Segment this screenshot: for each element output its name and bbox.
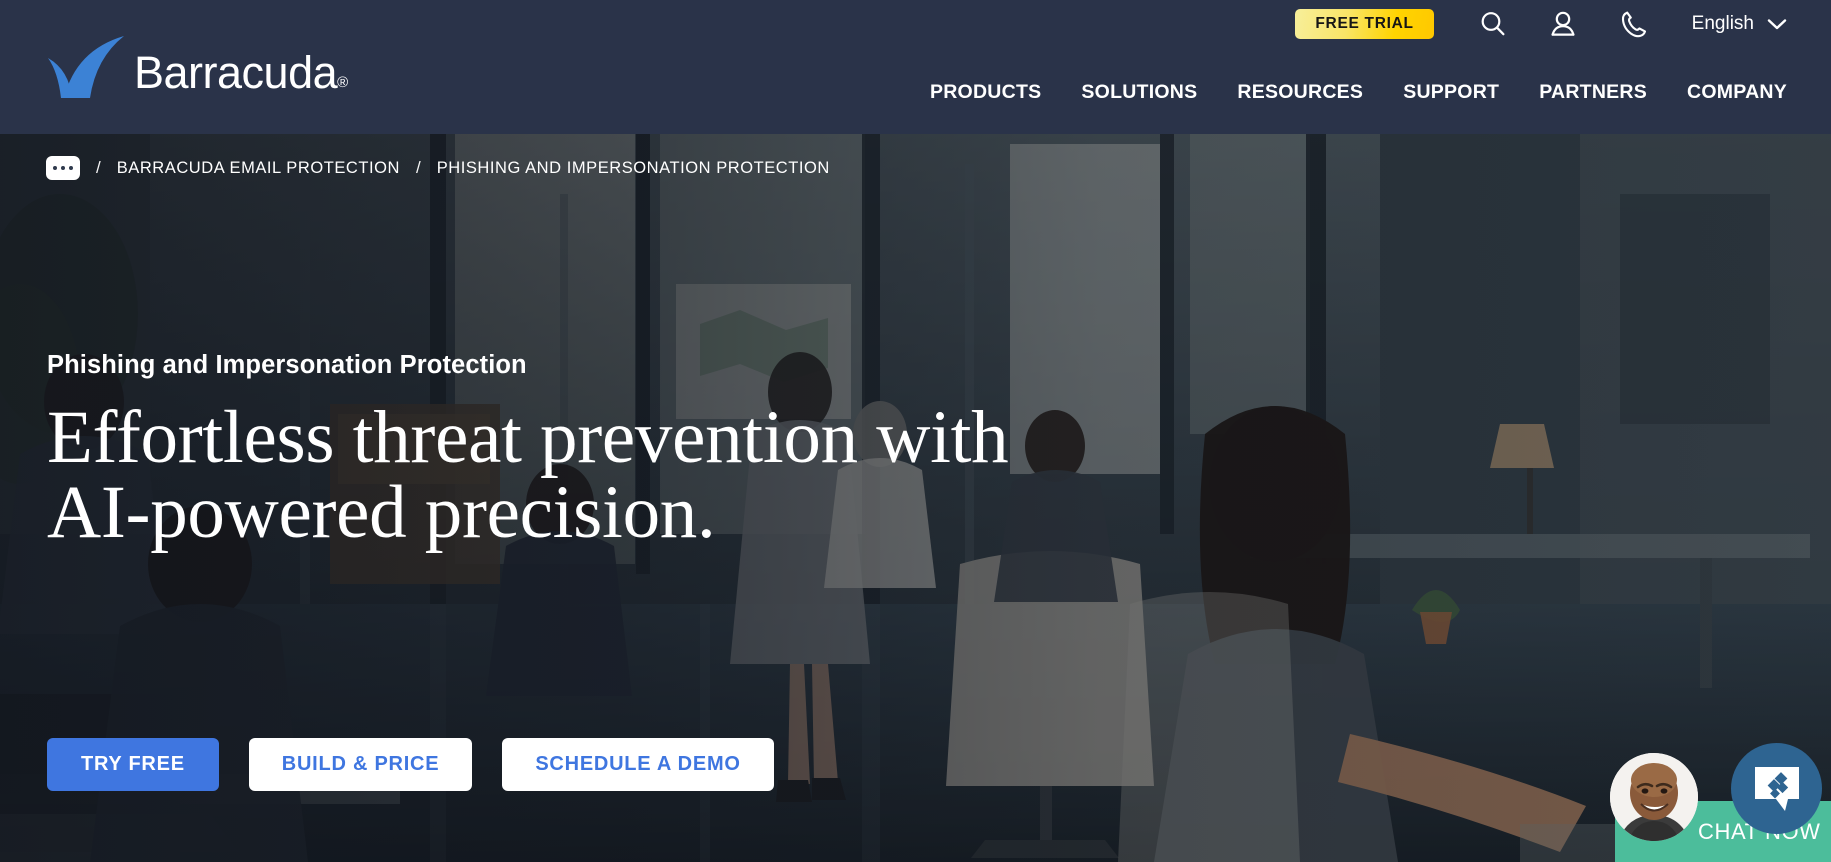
search-icon[interactable] (1476, 7, 1510, 41)
agent-avatar[interactable] (1610, 753, 1698, 841)
page-root: / BARRACUDA EMAIL PROTECTION / PHISHING … (0, 0, 1831, 862)
nav-item-products[interactable]: PRODUCTS (930, 75, 1041, 110)
main-menu: PRODUCTS SOLUTIONS RESOURCES SUPPORT PAR… (930, 75, 1787, 110)
barracuda-logo[interactable]: Barracuda® (46, 36, 348, 98)
barracuda-fin-icon (48, 36, 124, 98)
barracuda-wordmark: Barracuda® (134, 47, 348, 98)
schedule-a-demo-button[interactable]: SCHEDULE A DEMO (502, 738, 774, 791)
language-selector[interactable]: English (1692, 13, 1787, 35)
nav-item-partners[interactable]: PARTNERS (1539, 75, 1647, 110)
ellipsis-icon[interactable] (46, 156, 80, 180)
hero-copy: Phishing and Impersonation Protection Ef… (47, 351, 1197, 550)
breadcrumb-item-current: PHISHING AND IMPERSONATION PROTECTION (436, 158, 830, 177)
nav-item-company[interactable]: COMPANY (1687, 75, 1787, 110)
top-navigation-bar: FREE TRIAL English Barracuda® PRODUCTS S… (0, 0, 1831, 134)
utility-nav: FREE TRIAL English (1295, 0, 1831, 48)
nav-item-solutions[interactable]: SOLUTIONS (1081, 75, 1197, 110)
user-account-icon[interactable] (1546, 7, 1580, 41)
free-trial-button[interactable]: FREE TRIAL (1295, 9, 1434, 39)
breadcrumb-item-email-protection[interactable]: BARRACUDA EMAIL PROTECTION (117, 159, 400, 178)
hero-eyebrow: Phishing and Impersonation Protection (47, 351, 527, 379)
breadcrumb-separator: / (415, 158, 421, 177)
breadcrumb: / BARRACUDA EMAIL PROTECTION / PHISHING … (46, 156, 830, 180)
breadcrumb-separator: / (96, 158, 101, 177)
hero-cta-row: TRY FREE BUILD & PRICE SCHEDULE A DEMO (47, 738, 774, 791)
phone-icon[interactable] (1616, 7, 1650, 41)
nav-item-resources[interactable]: RESOURCES (1237, 75, 1363, 110)
page-title: Effortless threat prevention with AI-pow… (47, 396, 1009, 554)
try-free-button[interactable]: TRY FREE (47, 738, 219, 791)
nav-item-support[interactable]: SUPPORT (1403, 75, 1499, 110)
build-and-price-button[interactable]: BUILD & PRICE (248, 738, 473, 791)
chat-bubble-icon[interactable] (1731, 743, 1822, 834)
hero-section: / BARRACUDA EMAIL PROTECTION / PHISHING … (0, 134, 1831, 862)
chat-widget: CHAT NOW (1600, 740, 1831, 862)
chevron-down-icon (1767, 18, 1787, 29)
language-selected-label: English (1691, 13, 1754, 34)
